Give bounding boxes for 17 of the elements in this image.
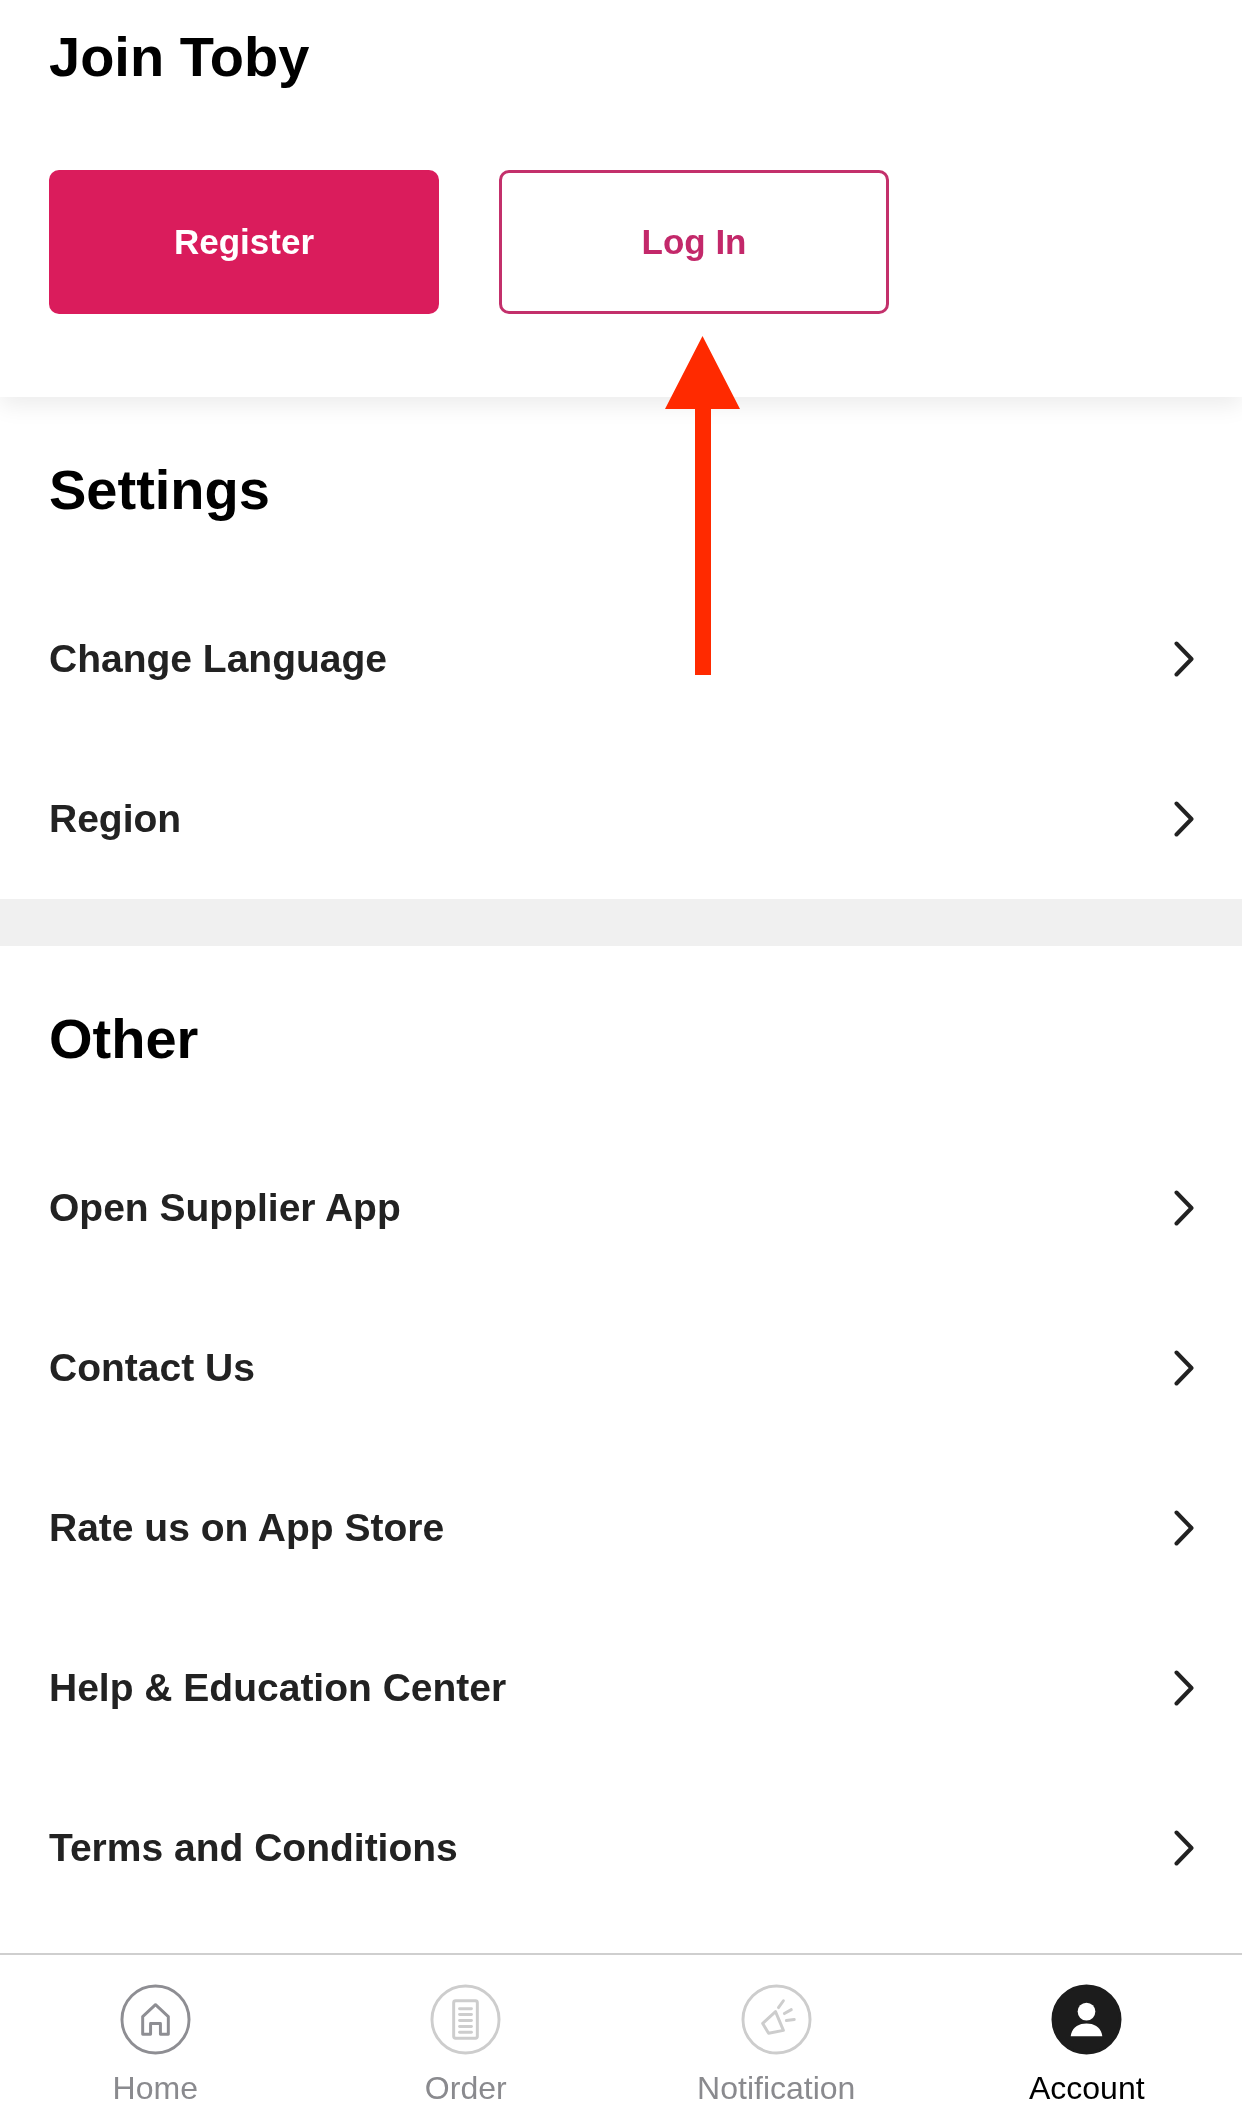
register-button[interactable]: Register	[49, 170, 439, 314]
section-heading: Settings	[48, 457, 271, 523]
document-icon	[430, 1984, 502, 2055]
chevron-right-icon	[1174, 801, 1194, 837]
tab-item[interactable]: Account	[931, 1955, 1242, 2126]
user-icon	[1051, 1984, 1123, 2055]
home-icon	[119, 1984, 191, 2055]
megaphone-icon	[740, 1984, 812, 2055]
page-title: Join Toby	[49, 24, 311, 90]
chevron-right-icon	[1174, 1350, 1194, 1386]
section-heading: Other	[48, 1006, 200, 1072]
login-button[interactable]: Log In	[499, 170, 889, 314]
chevron-right-icon	[1174, 1190, 1194, 1226]
chevron-right-icon	[1174, 1670, 1194, 1706]
chevron-right-icon	[1174, 1830, 1194, 1866]
chevron-right-icon	[1174, 641, 1194, 677]
chevron-right-icon	[1174, 1510, 1194, 1546]
